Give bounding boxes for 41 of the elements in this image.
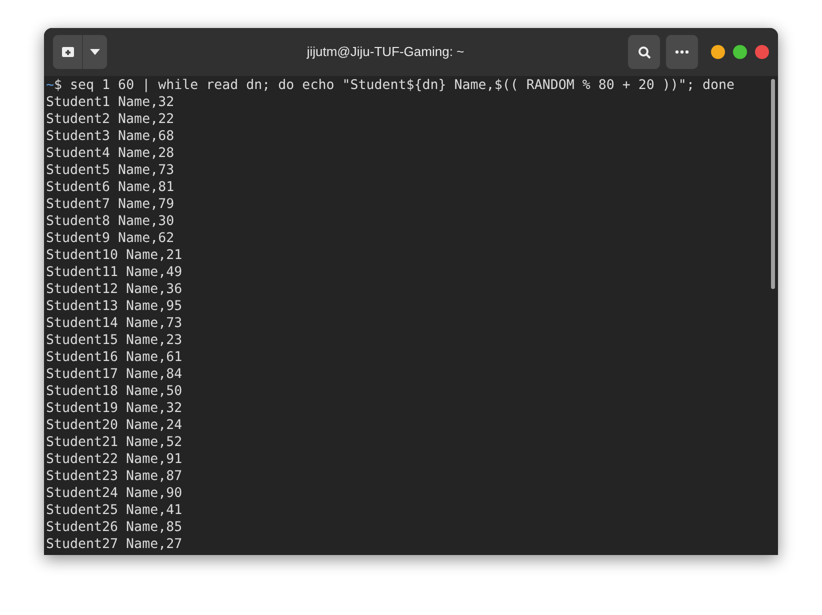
output-line: Student20 Name,24: [46, 417, 182, 434]
output-line: Student21 Name,52: [46, 434, 182, 451]
output-line: Student8 Name,30: [46, 213, 174, 230]
output-line: Student18 Name,50: [46, 383, 182, 400]
minimize-button[interactable]: [711, 45, 725, 59]
output-line: Student5 Name,73: [46, 162, 174, 179]
output-line: Student22 Name,91: [46, 451, 182, 468]
output-line: Student16 Name,61: [46, 349, 182, 366]
prompt-path: ~: [46, 77, 54, 94]
close-button[interactable]: [755, 45, 769, 59]
output-line: Student6 Name,81: [46, 179, 174, 196]
output-line: Student7 Name,79: [46, 196, 174, 213]
output-line: Student9 Name,62: [46, 230, 174, 247]
output-line: Student27 Name,27: [46, 536, 182, 553]
scrollbar-thumb[interactable]: [771, 79, 775, 289]
output-line: Student4 Name,28: [46, 145, 174, 162]
search-icon: [638, 46, 650, 58]
command-text: $ seq 1 60 | while read dn; do echo "Student${dn} Name,$(( RANDOM % 80 + 20 ))"; done: [54, 77, 734, 94]
more-icon: [675, 50, 689, 54]
caret-icon[interactable]: [90, 49, 100, 55]
output-line: Student23 Name,87: [46, 468, 182, 485]
output-line: Student11 Name,49: [46, 264, 182, 281]
output-line: Student10 Name,21: [46, 247, 182, 264]
output-line: Student24 Name,90: [46, 485, 182, 502]
output-line: Student19 Name,32: [46, 400, 182, 417]
output-line: Student25 Name,41: [46, 502, 182, 519]
output-line: Student13 Name,95: [46, 298, 182, 315]
output-line: Student1 Name,32: [46, 94, 174, 111]
menu-button[interactable]: [666, 35, 698, 69]
output-line: Student12 Name,36: [46, 281, 182, 298]
output-line: Student17 Name,84: [46, 366, 182, 383]
output-line: Student3 Name,68: [46, 128, 174, 145]
window-title: jijutm@Jiju-TUF-Gaming: ~: [306, 43, 464, 62]
output-line: Student15 Name,23: [46, 332, 182, 349]
maximize-button[interactable]: [733, 45, 747, 59]
output-line: Student2 Name,22: [46, 111, 174, 128]
search-button[interactable]: [628, 35, 660, 69]
new-tab-split-button[interactable]: [53, 35, 107, 69]
output-line: Student14 Name,73: [46, 315, 182, 332]
new-tab-icon[interactable]: [60, 46, 74, 58]
output-line: Student26 Name,85: [46, 519, 182, 536]
